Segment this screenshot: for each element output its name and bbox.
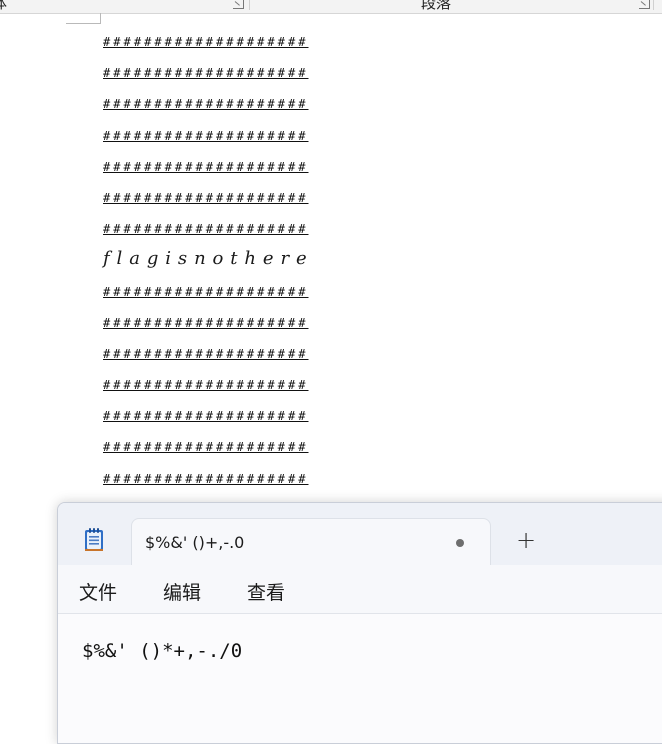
document-line: #################### — [103, 222, 309, 237]
paragraph-dialog-launcher-icon[interactable] — [639, 0, 650, 9]
document-line: #################### — [103, 378, 309, 393]
document-line: #################### — [103, 346, 309, 361]
menu-bar: 文件 编辑 查看 — [58, 565, 662, 614]
title-bar[interactable]: $%&' ()+,-.0 + — [58, 503, 662, 566]
ribbon-group-font-label: 体 — [0, 0, 7, 12]
document-line: #################### — [103, 97, 309, 112]
ribbon-strip: 体 段落 — [0, 0, 662, 14]
document-line: #################### — [103, 128, 309, 143]
menu-edit[interactable]: 编辑 — [163, 578, 201, 605]
unsaved-indicator-icon[interactable] — [456, 539, 464, 547]
page-margin-marker — [66, 13, 101, 24]
ribbon-group-paragraph-label: 段落 — [421, 0, 452, 12]
document-line: #################### — [103, 159, 309, 174]
document-line-handwritten: flagisnothere — [103, 248, 314, 270]
tab-title: $%&' ()+,-.0 — [145, 533, 245, 552]
document-line: #################### — [103, 315, 309, 330]
document-line: #################### — [103, 35, 309, 49]
ribbon-divider — [249, 0, 250, 10]
document-line: #################### — [103, 471, 309, 486]
new-tab-button[interactable]: + — [516, 528, 536, 552]
tab-current-file[interactable]: $%&' ()+,-.0 — [131, 518, 491, 566]
document-line: #################### — [103, 190, 309, 205]
document-line: #################### — [103, 66, 309, 81]
menu-file[interactable]: 文件 — [79, 578, 117, 605]
notepad-window: $%&' ()+,-.0 + 文件 编辑 查看 $%&' ()*+,-./0 — [57, 502, 662, 744]
menu-view[interactable]: 查看 — [247, 578, 285, 605]
notepad-app-icon — [84, 528, 104, 552]
document-line: #################### — [103, 440, 309, 455]
editor-content: $%&' ()*+,-./0 — [82, 640, 243, 662]
font-dialog-launcher-icon[interactable] — [233, 0, 244, 9]
document-line: #################### — [103, 284, 309, 299]
ribbon-divider — [653, 0, 654, 10]
text-editor[interactable]: $%&' ()*+,-./0 — [58, 614, 662, 743]
document-body[interactable]: #################### ###################… — [103, 31, 314, 499]
document-line: #################### — [103, 409, 309, 424]
